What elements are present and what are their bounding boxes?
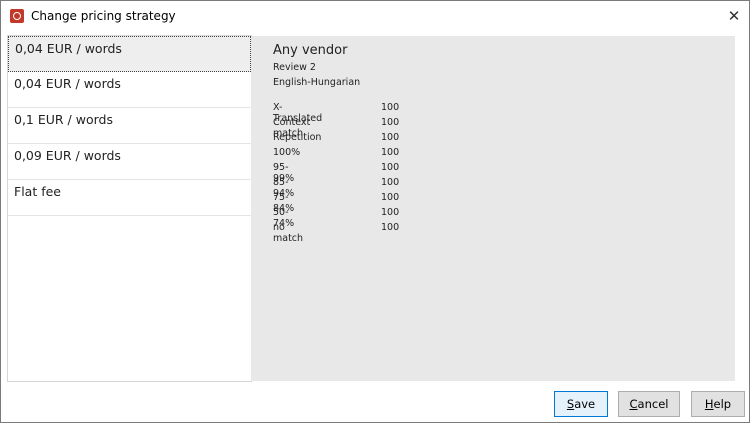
rate-value: 100 [381, 117, 400, 128]
title-bar: Change pricing strategy ✕ [1, 1, 749, 31]
help-button-accesskey: H [704, 397, 714, 411]
rate-value: 100 [381, 132, 400, 143]
app-logo-icon [10, 9, 24, 23]
pricing-item[interactable]: 0,09 EUR / words [8, 144, 251, 180]
vendor-name: Any vendor [273, 43, 348, 58]
rate-label: 100% [273, 147, 301, 158]
close-button[interactable]: ✕ [719, 1, 749, 31]
dialog-footer: Save Cancel Help [1, 382, 749, 422]
save-button-label: ave [574, 397, 596, 411]
rate-label: Repetition [273, 132, 322, 143]
rate-value: 100 [381, 222, 400, 233]
rate-value: 100 [381, 192, 400, 203]
cancel-button[interactable]: Cancel [618, 391, 680, 417]
rate-value: 100 [381, 207, 400, 218]
rate-value: 100 [381, 177, 400, 188]
cancel-button-label: ancel [637, 397, 669, 411]
rate-label: no match [273, 222, 304, 244]
help-button-label: elp [713, 397, 732, 411]
cancel-button-accesskey: C [629, 397, 638, 411]
pricing-details-panel: Any vendor Review 2 English-Hungarian X-… [251, 36, 735, 381]
pricing-item[interactable]: 0,1 EUR / words [8, 108, 251, 144]
help-button[interactable]: Help [691, 391, 745, 417]
pricing-strategy-list: 0,04 EUR / words 0,04 EUR / words 0,1 EU… [7, 35, 252, 382]
review-step: Review 2 [273, 62, 316, 73]
pricing-item[interactable]: Flat fee [8, 180, 251, 216]
dialog-window: Change pricing strategy ✕ 0,04 EUR / wor… [0, 0, 750, 423]
rate-value: 100 [381, 147, 400, 158]
pricing-item[interactable]: 0,04 EUR / words [8, 72, 251, 108]
save-button[interactable]: Save [554, 391, 608, 417]
rate-value: 100 [381, 102, 400, 113]
rate-value: 100 [381, 162, 400, 173]
language-pair: English-Hungarian [273, 77, 361, 88]
pricing-item[interactable]: 0,04 EUR / words [8, 36, 251, 72]
dialog-title: Change pricing strategy [31, 9, 176, 23]
